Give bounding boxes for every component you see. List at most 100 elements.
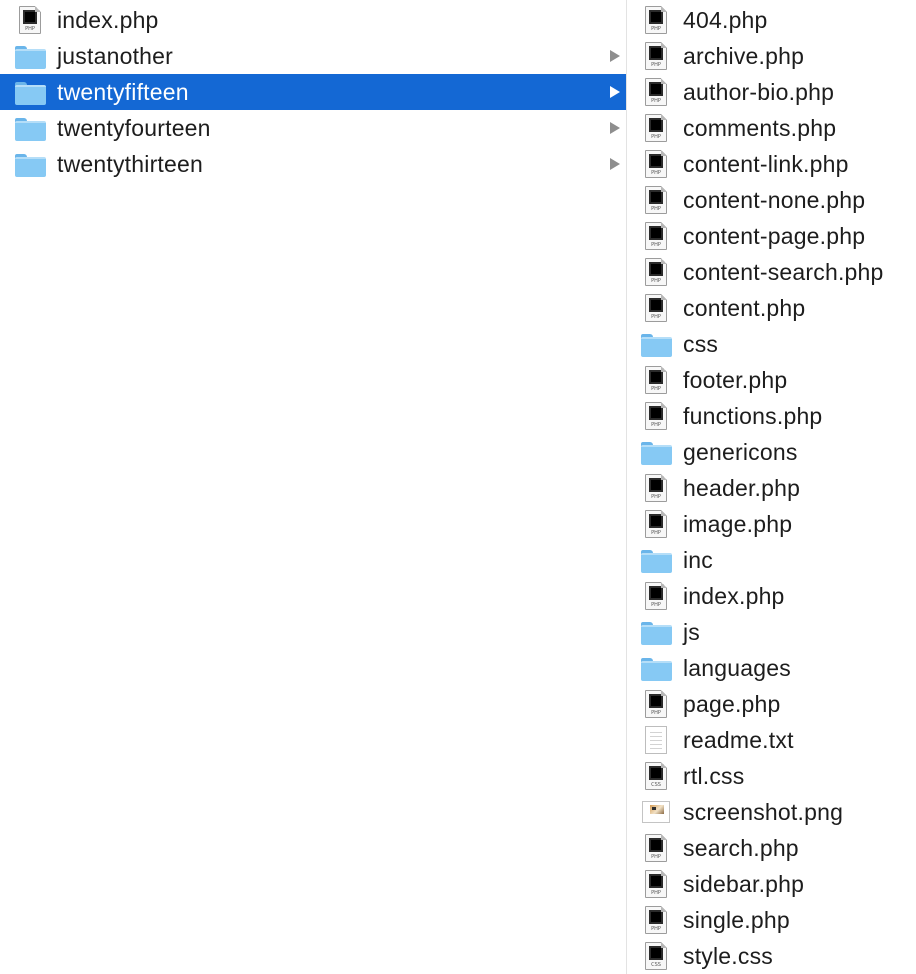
item-name: archive.php bbox=[683, 42, 805, 69]
php-file-icon: PHP bbox=[640, 220, 672, 252]
item-name: style.css bbox=[683, 942, 773, 969]
item-name: content-none.php bbox=[683, 186, 866, 213]
file-item-functions-php[interactable]: PHP functions.php bbox=[627, 398, 916, 434]
item-name: screenshot.png bbox=[683, 798, 844, 825]
folder-item-twentythirteen[interactable]: twentythirteen bbox=[0, 146, 626, 182]
file-item-footer-php[interactable]: PHP footer.php bbox=[627, 362, 916, 398]
file-item-sidebar-php[interactable]: PHP sidebar.php bbox=[627, 866, 916, 902]
item-name: author-bio.php bbox=[683, 78, 835, 105]
file-item-index-php[interactable]: PHP index.php bbox=[627, 578, 916, 614]
file-item-content-link-php[interactable]: PHP content-link.php bbox=[627, 146, 916, 182]
folder-icon bbox=[14, 76, 46, 108]
disclosure-arrow-icon[interactable] bbox=[610, 86, 620, 98]
finder-column-view: PHP index.php justanother twentyfifteen twen… bbox=[0, 0, 916, 974]
folder-item-genericons[interactable]: genericons bbox=[627, 434, 916, 470]
php-file-icon: PHP bbox=[640, 40, 672, 72]
php-file-icon: PHP bbox=[640, 580, 672, 612]
folder-icon bbox=[640, 616, 672, 648]
folder-icon bbox=[14, 112, 46, 144]
php-file-icon: PHP bbox=[640, 688, 672, 720]
item-name: twentyfourteen bbox=[57, 114, 211, 141]
disclosure-arrow-icon[interactable] bbox=[610, 122, 620, 134]
file-item-screenshot-png[interactable]: screenshot.png bbox=[627, 794, 916, 830]
folder-icon bbox=[14, 40, 46, 72]
item-name: image.php bbox=[683, 510, 793, 537]
twentyfifteen-contents-column[interactable]: PHP 404.php PHP archive.php PHP author-bio.ph… bbox=[627, 0, 916, 974]
file-item-single-php[interactable]: PHP single.php bbox=[627, 902, 916, 938]
php-file-icon: PHP bbox=[640, 148, 672, 180]
file-item-comments-php[interactable]: PHP comments.php bbox=[627, 110, 916, 146]
file-item-content-page-php[interactable]: PHP content-page.php bbox=[627, 218, 916, 254]
file-item-readme-txt[interactable]: readme.txt bbox=[627, 722, 916, 758]
file-item-header-php[interactable]: PHP header.php bbox=[627, 470, 916, 506]
item-name: languages bbox=[683, 654, 791, 681]
image-file-icon bbox=[640, 796, 672, 828]
file-item-content-search-php[interactable]: PHP content-search.php bbox=[627, 254, 916, 290]
item-name: twentythirteen bbox=[57, 150, 203, 177]
php-file-icon: PHP bbox=[640, 112, 672, 144]
item-name: css bbox=[683, 330, 719, 357]
file-item-content-php[interactable]: PHP content.php bbox=[627, 290, 916, 326]
folder-icon bbox=[640, 544, 672, 576]
item-name: index.php bbox=[57, 6, 159, 33]
item-name: page.php bbox=[683, 690, 781, 717]
folder-icon bbox=[640, 328, 672, 360]
file-item-index-php[interactable]: PHP index.php bbox=[0, 2, 626, 38]
css-file-icon: CSS bbox=[640, 760, 672, 792]
item-name: functions.php bbox=[683, 402, 823, 429]
php-file-icon: PHP bbox=[640, 4, 672, 36]
parent-folder-column[interactable]: PHP index.php justanother twentyfifteen twen… bbox=[0, 0, 627, 974]
folder-item-languages[interactable]: languages bbox=[627, 650, 916, 686]
php-file-icon: PHP bbox=[640, 364, 672, 396]
item-name: footer.php bbox=[683, 366, 788, 393]
css-file-icon: CSS bbox=[640, 940, 672, 972]
file-item-page-php[interactable]: PHP page.php bbox=[627, 686, 916, 722]
item-name: content-page.php bbox=[683, 222, 866, 249]
item-name: twentyfifteen bbox=[57, 78, 189, 105]
php-file-icon: PHP bbox=[14, 4, 46, 36]
folder-item-twentyfourteen[interactable]: twentyfourteen bbox=[0, 110, 626, 146]
file-item-image-php[interactable]: PHP image.php bbox=[627, 506, 916, 542]
file-item-search-php[interactable]: PHP search.php bbox=[627, 830, 916, 866]
item-name: js bbox=[683, 618, 701, 645]
folder-item-js[interactable]: js bbox=[627, 614, 916, 650]
php-file-icon: PHP bbox=[640, 292, 672, 324]
file-item-style-css[interactable]: CSS style.css bbox=[627, 938, 916, 974]
item-name: header.php bbox=[683, 474, 801, 501]
php-file-icon: PHP bbox=[640, 508, 672, 540]
file-item-404-php[interactable]: PHP 404.php bbox=[627, 2, 916, 38]
php-file-icon: PHP bbox=[640, 256, 672, 288]
folder-icon bbox=[640, 652, 672, 684]
php-file-icon: PHP bbox=[640, 400, 672, 432]
text-file-icon bbox=[640, 724, 672, 756]
item-name: genericons bbox=[683, 438, 798, 465]
disclosure-arrow-icon[interactable] bbox=[610, 50, 620, 62]
item-name: single.php bbox=[683, 906, 790, 933]
file-item-content-none-php[interactable]: PHP content-none.php bbox=[627, 182, 916, 218]
folder-item-css[interactable]: css bbox=[627, 326, 916, 362]
php-file-icon: PHP bbox=[640, 832, 672, 864]
item-name: search.php bbox=[683, 834, 799, 861]
folder-item-twentyfifteen[interactable]: twentyfifteen bbox=[0, 74, 626, 110]
disclosure-arrow-icon[interactable] bbox=[610, 158, 620, 170]
folder-item-inc[interactable]: inc bbox=[627, 542, 916, 578]
file-item-archive-php[interactable]: PHP archive.php bbox=[627, 38, 916, 74]
item-name: inc bbox=[683, 546, 714, 573]
item-name: 404.php bbox=[683, 6, 768, 33]
php-file-icon: PHP bbox=[640, 868, 672, 900]
folder-item-justanother[interactable]: justanother bbox=[0, 38, 626, 74]
php-file-icon: PHP bbox=[640, 472, 672, 504]
php-file-icon: PHP bbox=[640, 184, 672, 216]
php-file-icon: PHP bbox=[640, 904, 672, 936]
file-item-author-bio-php[interactable]: PHP author-bio.php bbox=[627, 74, 916, 110]
item-name: comments.php bbox=[683, 114, 837, 141]
folder-icon bbox=[14, 148, 46, 180]
item-name: content-search.php bbox=[683, 258, 884, 285]
item-name: justanother bbox=[57, 42, 173, 69]
item-name: content.php bbox=[683, 294, 806, 321]
item-name: readme.txt bbox=[683, 726, 794, 753]
file-item-rtl-css[interactable]: CSS rtl.css bbox=[627, 758, 916, 794]
folder-icon bbox=[640, 436, 672, 468]
item-name: rtl.css bbox=[683, 762, 745, 789]
item-name: index.php bbox=[683, 582, 785, 609]
